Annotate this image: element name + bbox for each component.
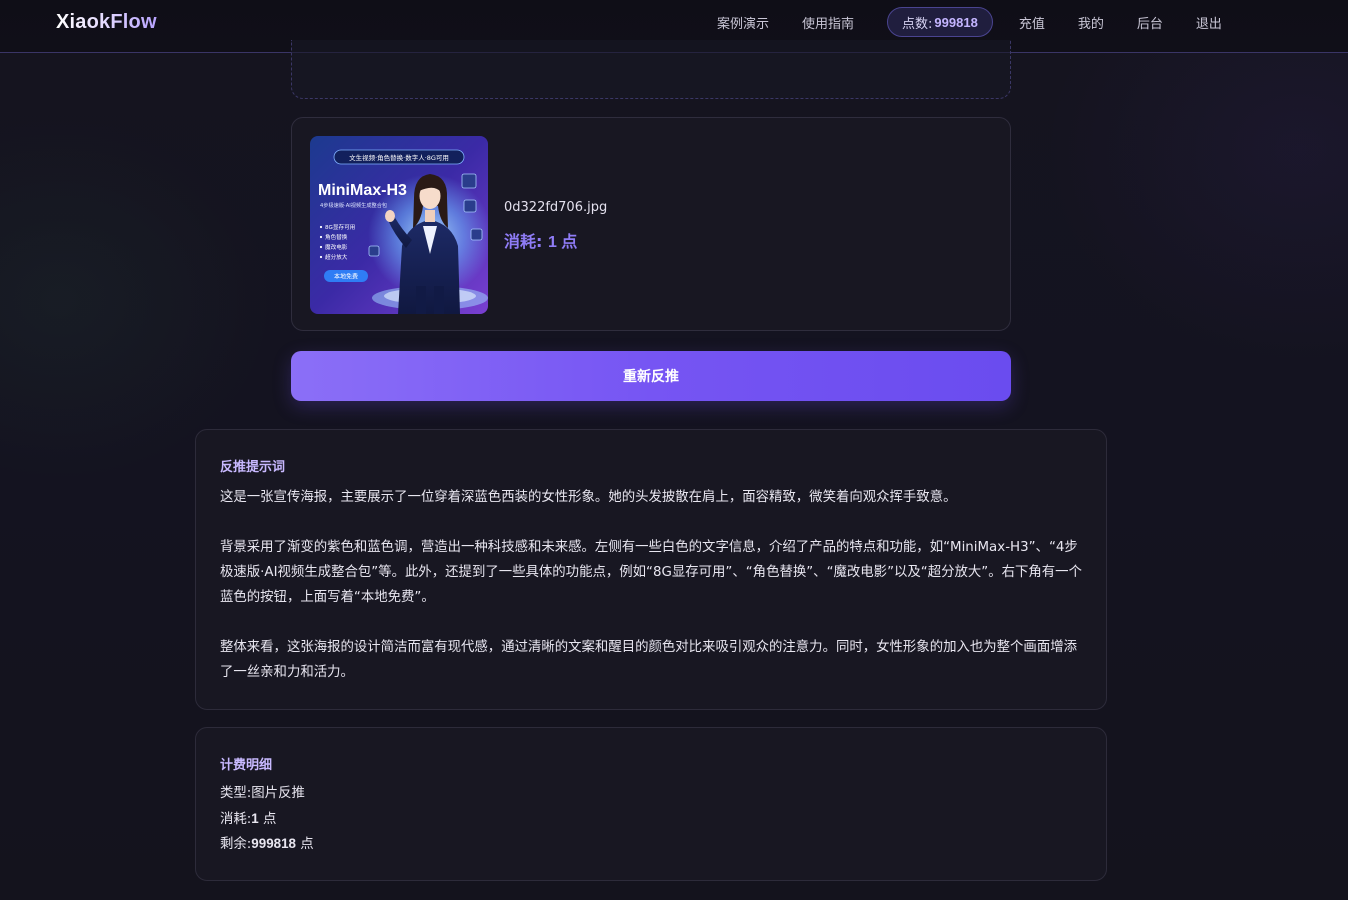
billing-cost-row: 消耗:1 点 [220,807,314,833]
regenerate-button[interactable]: 重新反推 [291,351,1011,401]
file-cost: 消耗: 1 点 [504,228,577,252]
prompt-paragraph-2: 背景采用了渐变的紫色和蓝色调，营造出一种科技感和未来感。左侧有一些白色的文字信息… [220,540,1082,605]
prompt-panel-title: 反推提示词 [220,460,286,475]
image-thumbnail: 文生视频·角色替换·数字人·8G可用 MiniMax-H3 4步极速版·AI视频… [310,136,488,314]
nav-recharge-link[interactable]: 充值 [1019,13,1045,32]
billing-panel: 计费明细 类型:图片反推 消耗:1 点 剩余:999818 点 [195,727,1107,881]
prompt-result-panel: 反推提示词 这是一张宣传海报，主要展示了一位穿着深蓝色西装的女性形象。她的头发披… [195,429,1107,710]
points-label: 点数: [902,16,933,32]
billing-cost-unit: 点 [263,811,277,827]
file-name: 0d322fd706.jpg [504,200,608,215]
poster-subtitle: 4步极速版·AI视频生成整合包 [320,201,387,209]
billing-panel-title: 计费明细 [220,758,273,773]
billing-type-label: 类型: [220,786,252,801]
billing-cost-label: 消耗: [220,811,252,827]
points-value: 999818 [934,14,978,30]
billing-type-row: 类型:图片反推 [220,782,314,807]
nav-admin-link[interactable]: 后台 [1137,13,1163,32]
billing-remain-unit: 点 [300,837,314,852]
poster-bullet-1: 8G显存可用 [325,223,355,231]
billing-type-value: 图片反推 [251,786,305,801]
points-badge[interactable]: 点数: 999818 [887,7,993,37]
poster-title: MiniMax-H3 [318,182,407,199]
prompt-paragraph-3: 整体来看，这张海报的设计简洁而富有现代感，通过清晰的文案和醒目的颜色对比来吸引观… [220,640,1077,680]
poster-bullet-4: 超分放大 [325,253,348,261]
poster-bullet-2: 角色替换 [325,233,348,241]
uploaded-file-card: 文生视频·角色替换·数字人·8G可用 MiniMax-H3 4步极速版·AI视频… [291,117,1011,331]
billing-details: 类型:图片反推 消耗:1 点 剩余:999818 点 [220,782,314,858]
brand-logo[interactable]: XiaokFlow [56,11,157,34]
upload-dropzone[interactable] [291,40,1011,99]
billing-remain-value: 999818 [251,836,296,851]
nav-mine-link[interactable]: 我的 [1078,13,1104,32]
poster-top-banner: 文生视频·角色替换·数字人·8G可用 [349,153,449,162]
billing-cost-value: 1 [251,810,259,826]
file-cost-label: 消耗: [504,232,543,251]
billing-remain-label: 剩余: [220,837,252,852]
poster-bullet-3: 魔改电影 [325,243,348,251]
file-cost-value: 1 点 [547,234,578,251]
poster-image: 文生视频·角色替换·数字人·8G可用 MiniMax-H3 4步极速版·AI视频… [310,136,488,314]
nav-logout-link[interactable]: 退出 [1196,13,1222,32]
poster-badge: 本地免费 [334,273,358,281]
nav-guide-link[interactable]: 使用指南 [802,13,854,32]
nav-demo-link[interactable]: 案例演示 [717,13,769,32]
nav-links: 案例演示 使用指南 点数: 999818 充值 我的 后台 退出 [717,0,1255,44]
prompt-paragraph-1: 这是一张宣传海报，主要展示了一位穿着深蓝色西装的女性形象。她的头发披散在肩上，面… [220,490,957,505]
prompt-text[interactable]: 这是一张宣传海报，主要展示了一位穿着深蓝色西装的女性形象。她的头发披散在肩上，面… [220,485,1086,685]
billing-remain-row: 剩余:999818 点 [220,832,314,858]
